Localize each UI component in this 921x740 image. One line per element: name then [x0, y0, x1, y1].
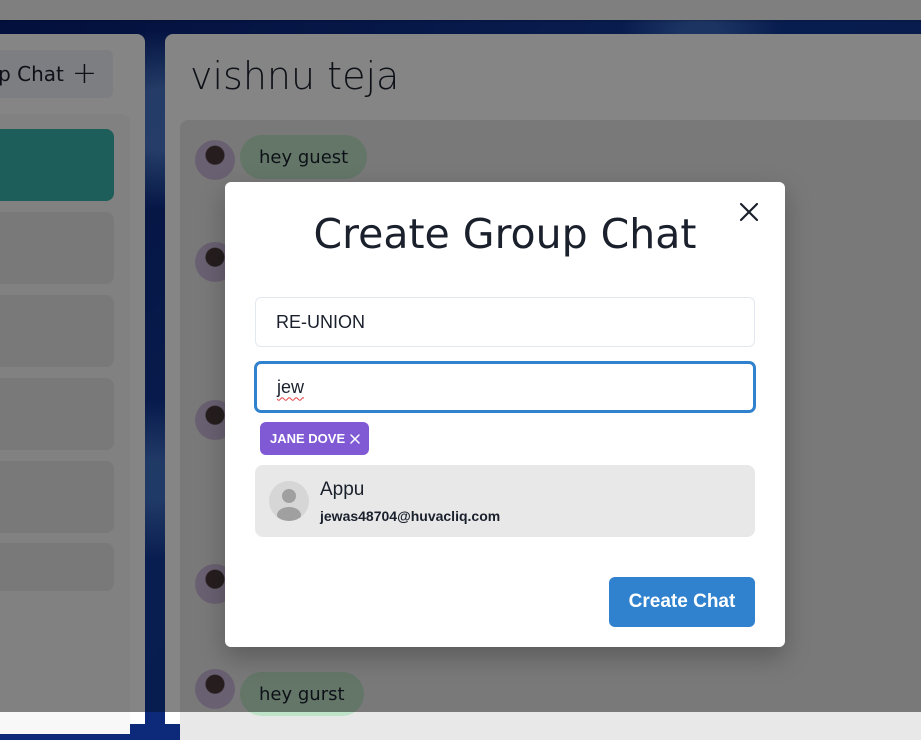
result-user-name: Appu: [320, 479, 365, 500]
remove-user-icon[interactable]: [349, 433, 361, 445]
close-button[interactable]: [733, 196, 765, 228]
create-chat-button[interactable]: Create Chat: [609, 577, 755, 627]
result-user-email: jewas48704@huvacliq.com: [320, 508, 501, 524]
add-users-search-input[interactable]: jew: [255, 362, 755, 412]
default-avatar-icon: [269, 481, 309, 521]
search-value: jew: [277, 376, 305, 397]
selected-user-badge[interactable]: JANE DOVE: [260, 422, 370, 455]
chat-name-value: RE-UNION: [276, 311, 365, 332]
user-search-result[interactable]: Appu jewas48704@huvacliq.com: [255, 465, 755, 537]
create-group-chat-modal: Create Group Chat RE-UNION jew JANE DOVE…: [225, 182, 785, 647]
selected-user-label: JANE DOVE: [270, 431, 346, 446]
modal-title: Create Group Chat: [313, 210, 697, 258]
chat-name-input[interactable]: RE-UNION: [255, 297, 755, 347]
close-icon: [739, 202, 759, 222]
